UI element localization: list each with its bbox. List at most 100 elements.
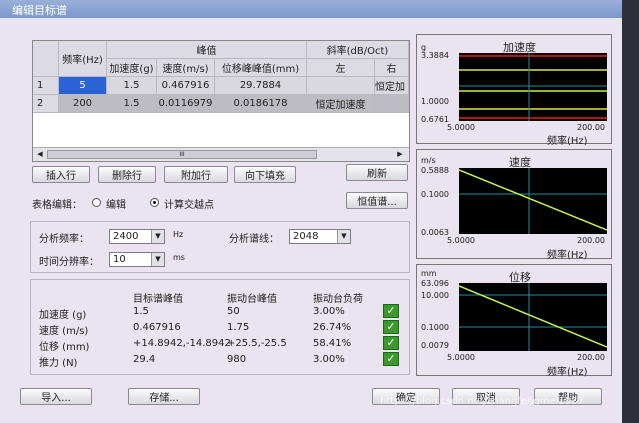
scroll-thumb[interactable]: III — [47, 150, 317, 159]
edit-mode-label: 表格编辑： — [32, 200, 82, 211]
table-cell-disp[interactable]: 29.7884 — [215, 77, 307, 95]
table-header-acc: 加速度(g) — [107, 59, 157, 77]
title-bar: 编辑目标谱 — [0, 0, 622, 18]
x-axis-label: 频率(Hz) — [547, 367, 588, 378]
table-header-left: 左 — [307, 59, 375, 77]
time-resolution-value: 10 — [113, 254, 126, 265]
chevron-down-icon[interactable]: ▼ — [151, 253, 164, 266]
x-tick-label: 200.00 — [577, 236, 605, 245]
x-tick-label: 5.0000 — [447, 123, 475, 132]
table-scrollbar[interactable]: ◀ III ▶ — [33, 147, 409, 161]
summary-target-force: 29.4 — [133, 354, 156, 365]
window-title: 编辑目标谱 — [12, 4, 67, 17]
table-header-peak: 峰值 — [107, 41, 307, 59]
summary-label-disp: 位移 (mm) — [39, 342, 90, 353]
table-cell-right[interactable]: 恒定加 — [375, 77, 409, 95]
y-tick-label: 0.6761 — [421, 115, 449, 124]
summary-shaker-disp: +25.5,-25.5 — [227, 338, 287, 349]
append-row-button[interactable]: 附加行 — [164, 166, 228, 183]
time-resolution-select[interactable]: 10 ▼ — [109, 252, 165, 267]
analysis-lines-value: 2048 — [293, 231, 319, 242]
displacement-plot — [459, 283, 607, 351]
summary-header-shaker: 振动台峰值 — [227, 294, 277, 305]
table-cell-freq[interactable]: 5 — [59, 77, 107, 95]
chevron-down-icon[interactable]: ▼ — [151, 230, 164, 243]
summary-target-acc: 1.5 — [133, 306, 149, 317]
table-cell-disp[interactable]: 0.0186178 — [215, 95, 307, 113]
delete-row-button[interactable]: 删除行 — [98, 166, 156, 183]
table-cell-right[interactable] — [375, 95, 409, 113]
radio-calc-label[interactable]: 计算交越点 — [164, 196, 214, 211]
analysis-group: 分析频率： 2400 ▼ Hz 分析谱线： 2048 ▼ 时间分辨率： 10 ▼… — [30, 221, 410, 273]
table-cell-freq[interactable]: 200 — [59, 95, 107, 113]
y-axis-unit: mm — [421, 269, 437, 278]
refresh-button[interactable]: 刷新 — [346, 164, 408, 181]
analysis-lines-select[interactable]: 2048 ▼ — [289, 229, 351, 244]
x-tick-label: 200.00 — [577, 123, 605, 132]
summary-load-disp: 58.41% — [313, 338, 352, 349]
analysis-freq-unit: Hz — [173, 230, 184, 239]
y-tick-label: 1.0000 — [421, 97, 449, 106]
acceleration-plot — [459, 53, 607, 121]
velocity-chart: 速度 m/s 0.5888 0.1000 0.0063 5.0000 200.0… — [416, 149, 612, 261]
table-cell-acc[interactable]: 1.5 — [107, 77, 157, 95]
acceleration-chart: 加速度 g 3.3884 1.0000 0.6761 5.0000 200.00… — [416, 34, 612, 147]
table-cell-vel[interactable]: 0.467916 — [157, 77, 215, 95]
peak-spectrum-button[interactable]: 恒值谱... — [346, 192, 408, 209]
check-icon: ✓ — [383, 336, 399, 350]
import-button[interactable]: 导入... — [20, 388, 92, 405]
radio-calc-crossover[interactable] — [150, 198, 159, 207]
y-axis-unit: m/s — [421, 156, 436, 165]
scroll-right-icon[interactable]: ▶ — [395, 149, 405, 159]
table-header-vel: 速度(m/s) — [157, 59, 215, 77]
analysis-lines-label: 分析谱线： — [229, 234, 279, 245]
radio-edit-label[interactable]: 编辑 — [106, 196, 126, 211]
table-header-right: 右 — [375, 59, 409, 77]
summary-shaker-vel: 1.75 — [227, 322, 250, 333]
y-tick-label: 0.0063 — [421, 228, 449, 237]
displacement-chart: 位移 mm 63.096 10.000 0.1000 0.0079 5.0000… — [416, 264, 612, 378]
fill-down-button[interactable]: 向下填充 — [234, 166, 296, 183]
table-row-index[interactable]: 2 — [33, 95, 59, 113]
save-button[interactable]: 存储... — [128, 388, 200, 405]
y-tick-label: 63.096 — [421, 279, 449, 288]
background-edge — [622, 0, 639, 423]
radio-edit[interactable] — [92, 198, 101, 207]
y-tick-label: 10.000 — [421, 291, 449, 300]
scroll-left-icon[interactable]: ◀ — [35, 149, 45, 159]
analysis-freq-value: 2400 — [113, 231, 139, 242]
x-axis-label: 频率(Hz) — [547, 250, 588, 261]
table-header-freq: 频率(Hz) — [59, 41, 107, 77]
x-tick-label: 200.00 — [577, 353, 605, 362]
summary-load-force: 3.00% — [313, 354, 345, 365]
table-header-index — [33, 41, 59, 77]
table-cell-left[interactable]: 恒定加速度 — [307, 95, 375, 113]
summary-header-target: 目标谱峰值 — [133, 294, 183, 305]
y-tick-label: 0.1000 — [421, 323, 449, 332]
table-cell-vel[interactable]: 0.0116979 — [157, 95, 215, 113]
watermark: https://blog.csdn.net/zhangfengmei1987 — [380, 396, 584, 407]
summary-shaker-acc: 50 — [227, 306, 240, 317]
chevron-down-icon[interactable]: ▼ — [337, 230, 350, 243]
table-cell-acc[interactable]: 1.5 — [107, 95, 157, 113]
summary-target-disp: +14.8942,-14.8942 — [133, 338, 231, 349]
y-tick-label: 3.3884 — [421, 51, 449, 60]
summary-header-load: 振动台负荷 — [313, 294, 363, 305]
summary-target-vel: 0.467916 — [133, 322, 181, 333]
insert-row-button[interactable]: 插入行 — [32, 166, 90, 183]
summary-load-acc: 3.00% — [313, 306, 345, 317]
velocity-curve — [459, 169, 607, 231]
check-icon: ✓ — [383, 320, 399, 334]
time-resolution-label: 时间分辨率： — [39, 257, 99, 268]
y-tick-label: 0.5888 — [421, 166, 449, 175]
y-tick-label: 0.0079 — [421, 341, 449, 350]
check-icon: ✓ — [383, 352, 399, 366]
table-row-index[interactable]: 1 — [33, 77, 59, 95]
summary-label-acc: 加速度 (g) — [39, 310, 87, 321]
table-cell-left[interactable] — [307, 77, 375, 95]
summary-label-force: 推力 (N) — [39, 358, 78, 369]
summary-load-vel: 26.74% — [313, 322, 352, 333]
spectrum-table: 频率(Hz) 峰值 斜率(dB/Oct) 加速度(g) 速度(m/s) 位移峰峰… — [32, 40, 410, 162]
analysis-freq-select[interactable]: 2400 ▼ — [109, 229, 165, 244]
summary-label-vel: 速度 (m/s) — [39, 326, 89, 337]
